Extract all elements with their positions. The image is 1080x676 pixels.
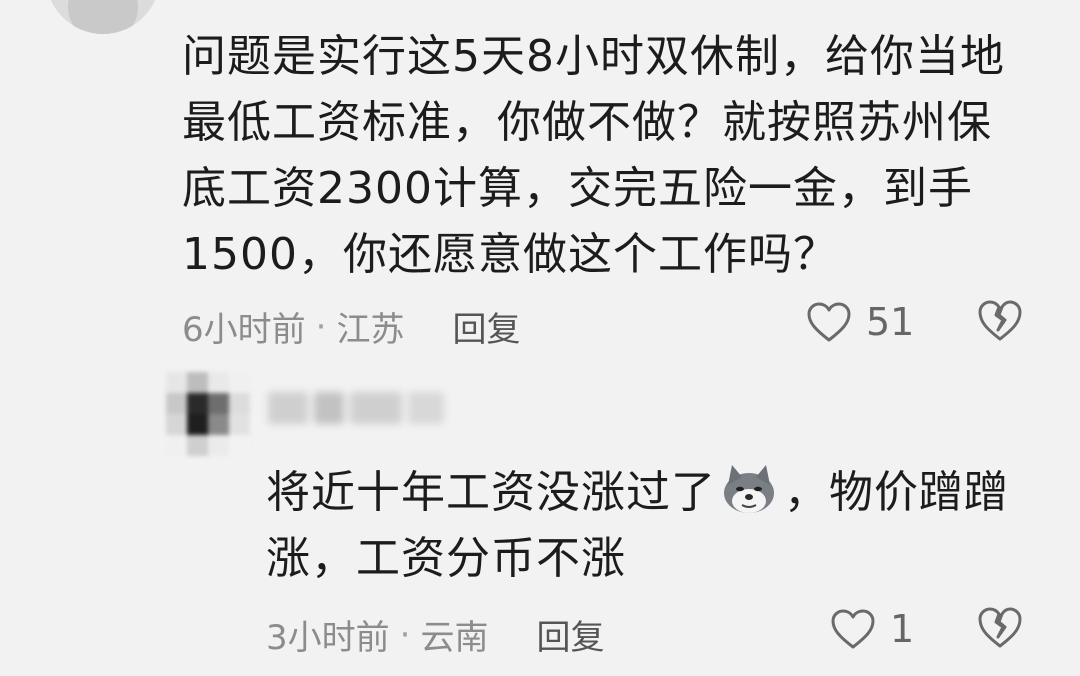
reply-button[interactable]: 回复 <box>536 610 604 659</box>
like-count: 51 <box>866 300 915 344</box>
reply-text-part1: 将近十年工资没涨过了 <box>266 467 716 518</box>
comment-text: 问题是实行这5天8小时双休制，给你当地最低工资标准，你做不做？就按照苏州保底工资… <box>182 31 1005 280</box>
reply-button[interactable]: 回复 <box>452 302 520 351</box>
commenter-avatar[interactable] <box>46 0 160 34</box>
like-count: 1 <box>890 607 915 651</box>
comment-location: 江苏 <box>336 310 405 350</box>
dislike-button[interactable] <box>976 605 1024 653</box>
reply-username-blurred[interactable] <box>268 392 456 432</box>
reply-meta: 3小时前 · 云南 回复 <box>266 610 604 659</box>
broken-heart-icon <box>978 300 1022 341</box>
comment-time: 6小时前 <box>182 310 306 350</box>
heart-outline-icon <box>831 609 875 649</box>
broken-heart-icon <box>978 607 1022 648</box>
like-button[interactable]: 1 <box>830 607 914 651</box>
reply-comment-text: 将近十年工资没涨过了 ，物价蹭蹭涨，工资分币不涨 <box>266 460 1026 592</box>
dislike-button[interactable] <box>976 298 1024 346</box>
meta-separator: · <box>315 306 327 347</box>
reply-time: 3小时前 <box>266 618 390 658</box>
avatar-face <box>68 0 138 34</box>
comment-meta: 6小时前 · 江苏 回复 <box>182 302 520 351</box>
heart-outline-icon <box>807 302 851 342</box>
husky-dog-emoji <box>724 465 774 513</box>
reply-location: 云南 <box>420 618 489 658</box>
meta-separator: · <box>399 614 411 655</box>
reply-avatar-blurred[interactable] <box>166 372 250 456</box>
like-button[interactable]: 51 <box>806 300 914 344</box>
